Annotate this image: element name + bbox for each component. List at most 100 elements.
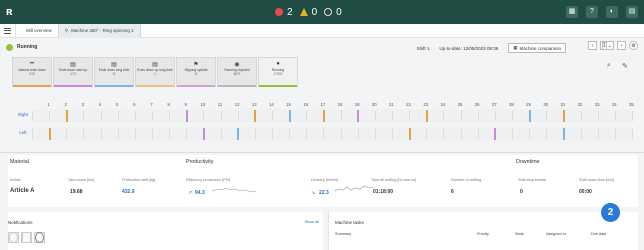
- warning-counter[interactable]: 0: [299, 7, 317, 18]
- running-status-icon: [6, 43, 13, 51]
- spindle-marker[interactable]: [237, 128, 240, 140]
- spindle-gridline: [100, 111, 102, 121]
- zoom-icon[interactable]: ⌕: [607, 62, 617, 72]
- spindle-marker[interactable]: [185, 110, 188, 122]
- state-card[interactable]: ◉ Running required 4871: [217, 57, 257, 87]
- state-card-icon: ••: [29, 61, 35, 67]
- spindle-number: 24: [440, 102, 446, 107]
- alert-counters: 2 0 0: [275, 4, 342, 20]
- state-card-icon: ▤: [70, 62, 76, 68]
- state-card-icon: ▤: [111, 62, 117, 68]
- page-select[interactable]: 1 ⌄: [600, 41, 614, 50]
- spindle-marker[interactable]: [357, 110, 360, 122]
- efficiency-value: 94.3: [195, 190, 205, 196]
- right-spindle-track[interactable]: [32, 109, 633, 123]
- col-assigned[interactable]: Assigned to: [546, 232, 566, 236]
- state-card[interactable]: ▤ Ends down start up 170: [53, 57, 93, 87]
- spindle-gridline: [49, 111, 51, 121]
- spindle-gridline: [512, 111, 513, 121]
- spindle-gridline: [32, 111, 33, 121]
- col-summary[interactable]: Summary: [335, 232, 351, 236]
- spindle-number: 16: [303, 102, 309, 107]
- doffing-time-value: 01:18:00: [373, 189, 394, 195]
- info-filter-button[interactable]: [34, 232, 45, 243]
- spindle-gridline: [632, 129, 633, 139]
- spindle-gridline: [152, 111, 153, 121]
- spindle-marker[interactable]: [494, 128, 497, 140]
- machine-comparison-button[interactable]: ▦ Machine comparison: [508, 43, 566, 53]
- warning-filter-button[interactable]: [21, 232, 32, 243]
- spindle-gridline: [477, 111, 479, 121]
- breadcrumb-machine[interactable]: ⚲ Machine 360° - Ring spinning 1: [57, 23, 141, 38]
- spindle-gridline: [580, 111, 582, 121]
- machine-tasks-title: Machine tasks: [335, 220, 364, 225]
- spindle-marker[interactable]: [425, 110, 428, 122]
- down-time-label: Shift down time [min]: [579, 178, 615, 182]
- spindle-marker[interactable]: [65, 110, 68, 122]
- spindle-number: 7: [150, 102, 153, 107]
- spindle-gridline: [306, 111, 308, 121]
- spindle-gridline: [32, 129, 33, 139]
- prev-page-button[interactable]: ‹: [588, 41, 597, 50]
- state-card-color-bar: [177, 85, 215, 87]
- info-counter[interactable]: 0: [324, 7, 342, 18]
- state-card-icon: ▤: [152, 62, 158, 68]
- error-icon: [9, 232, 18, 243]
- state-card-color-bar: [259, 85, 297, 87]
- spindle-number: 22: [406, 102, 411, 107]
- stop-events-label: Shift stop events: [518, 178, 547, 182]
- state-card-icon: ●: [276, 61, 280, 67]
- spindle-gridline: [477, 129, 479, 139]
- help-icon[interactable]: ?: [586, 6, 598, 18]
- breadcrumb-mill-overview[interactable]: Mill overview: [20, 28, 58, 33]
- app-logo: ʀ: [6, 6, 13, 18]
- production-shift-label: Production shift [kg]: [122, 178, 156, 182]
- spindle-gridline: [83, 129, 85, 139]
- spindle-marker[interactable]: [288, 110, 291, 122]
- right-row-label: Right: [17, 112, 29, 117]
- spindle-marker[interactable]: [562, 128, 565, 140]
- spindle-marker[interactable]: [408, 128, 411, 140]
- state-card-value: 17034: [273, 72, 283, 76]
- spindle-marker[interactable]: [322, 110, 325, 122]
- spindle-gridline: [374, 111, 376, 121]
- spindle-gridline: [254, 129, 256, 139]
- page-navigation: ‹ 1 ⌄ › ⚙: [588, 41, 638, 50]
- show-all-link[interactable]: Show all: [305, 220, 319, 224]
- state-card[interactable]: ⚑ Slipping spindle 11: [176, 57, 216, 87]
- error-filter-button[interactable]: [8, 232, 19, 243]
- col-state[interactable]: State: [515, 232, 524, 236]
- error-counter[interactable]: 2: [275, 7, 293, 18]
- spindle-gridline: [134, 129, 136, 139]
- menu-icon[interactable]: [0, 23, 16, 38]
- spindle-marker[interactable]: [254, 110, 257, 122]
- error-count: 2: [287, 6, 293, 18]
- spindle-marker[interactable]: [528, 110, 531, 122]
- state-cards: •• Natural ends down 210 ▤ Ends down start u…: [12, 57, 298, 87]
- edit-icon[interactable]: ✎: [622, 62, 632, 72]
- grid-icon[interactable]: ▤: [626, 6, 638, 18]
- spindle-gridline: [580, 129, 582, 139]
- building-icon[interactable]: ▦: [566, 6, 578, 18]
- user-icon[interactable]: ◐: [606, 6, 618, 18]
- state-card[interactable]: •• Natural ends down 210: [12, 57, 52, 87]
- spindle-number: 23: [423, 102, 429, 107]
- spindle-number: 1: [47, 102, 50, 107]
- shift-info: Shift 1 Up-to-date: 12/05/2023 08:36 ▦ Ma…: [417, 43, 566, 53]
- spindle-marker[interactable]: [48, 128, 51, 140]
- state-card-color-bar: [95, 85, 133, 87]
- step-badge: 2: [601, 203, 620, 222]
- state-card[interactable]: ▤ Ends down up long time 1: [135, 57, 175, 87]
- settings-icon[interactable]: ⚙: [629, 41, 638, 50]
- left-spindle-track[interactable]: [32, 127, 633, 141]
- next-page-button[interactable]: ›: [617, 41, 626, 50]
- tool-icons: ⌕ ✎: [607, 62, 632, 72]
- notification-filters: [8, 232, 45, 243]
- state-card[interactable]: ▤ Ends down long time 11: [94, 57, 134, 87]
- state-card[interactable]: ● Running 17034: [258, 57, 298, 87]
- col-priority[interactable]: Priority: [477, 232, 489, 236]
- spindle-marker[interactable]: [562, 110, 565, 122]
- spindle-marker[interactable]: [202, 128, 205, 140]
- state-card-value: 11: [194, 72, 198, 76]
- col-due-date[interactable]: Due date: [591, 232, 606, 236]
